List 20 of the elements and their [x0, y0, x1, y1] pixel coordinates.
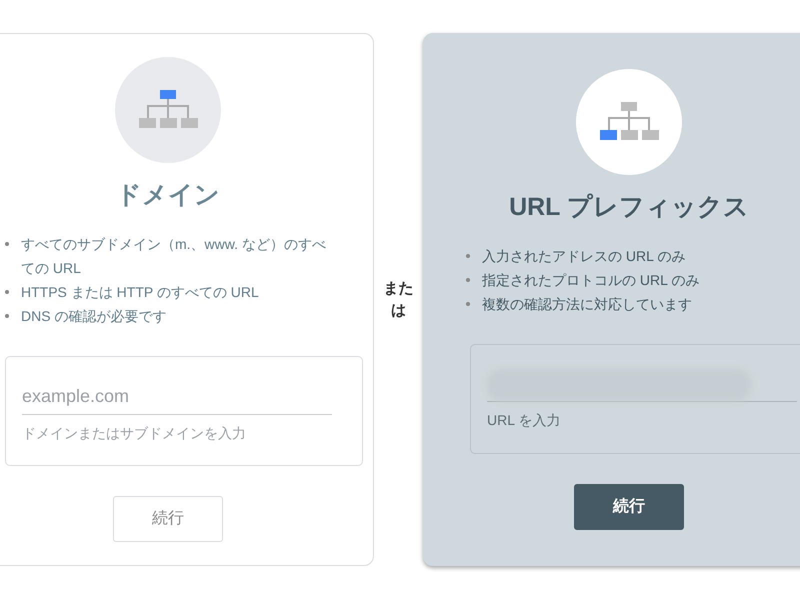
field-panel[interactable]: example.com ドメインまたはサブドメインを入力	[5, 356, 363, 466]
input-field[interactable]: example.com	[22, 379, 332, 416]
sitemap-icon	[599, 102, 659, 142]
card-title: ドメイン	[116, 180, 220, 211]
field-panel[interactable]: URL を入力	[470, 344, 800, 454]
sitemap-icon	[138, 90, 198, 130]
continue-button[interactable]: 続行	[574, 484, 684, 530]
continue-button[interactable]: 続行	[113, 496, 223, 542]
bullet-item: 複数の確認方法に対応しています	[464, 292, 794, 316]
property-card[interactable]: ドメイン すべてのサブドメイン（m.、www. など）のすべての URL HTTPS または HTTP のすべての URL DNS の確認が必要です example.com ドメインまたはサブドメインを入力 続行	[0, 33, 374, 566]
bullet-item: HTTPS または HTTP のすべての URL	[3, 280, 333, 304]
bullet-item: DNS の確認が必要です	[3, 304, 333, 328]
bullet-item: 入力されたアドレスの URL のみ	[464, 244, 794, 268]
card-title: URL プレフィックス	[509, 192, 749, 223]
helper-text: ドメインまたはサブドメインを入力	[22, 424, 247, 444]
bullet-item: 指定されたプロトコルの URL のみ	[464, 268, 794, 292]
separator-text: または	[382, 278, 414, 320]
property-card[interactable]: URL プレフィックス 入力されたアドレスの URL のみ 指定されたプロトコルの URL のみ 複数の確認方法に対応しています URL を入力 続行	[423, 33, 800, 566]
bullet-item: すべてのサブドメイン（m.、www. など）のすべての URL	[3, 232, 333, 280]
helper-text: URL を入力	[487, 411, 562, 430]
